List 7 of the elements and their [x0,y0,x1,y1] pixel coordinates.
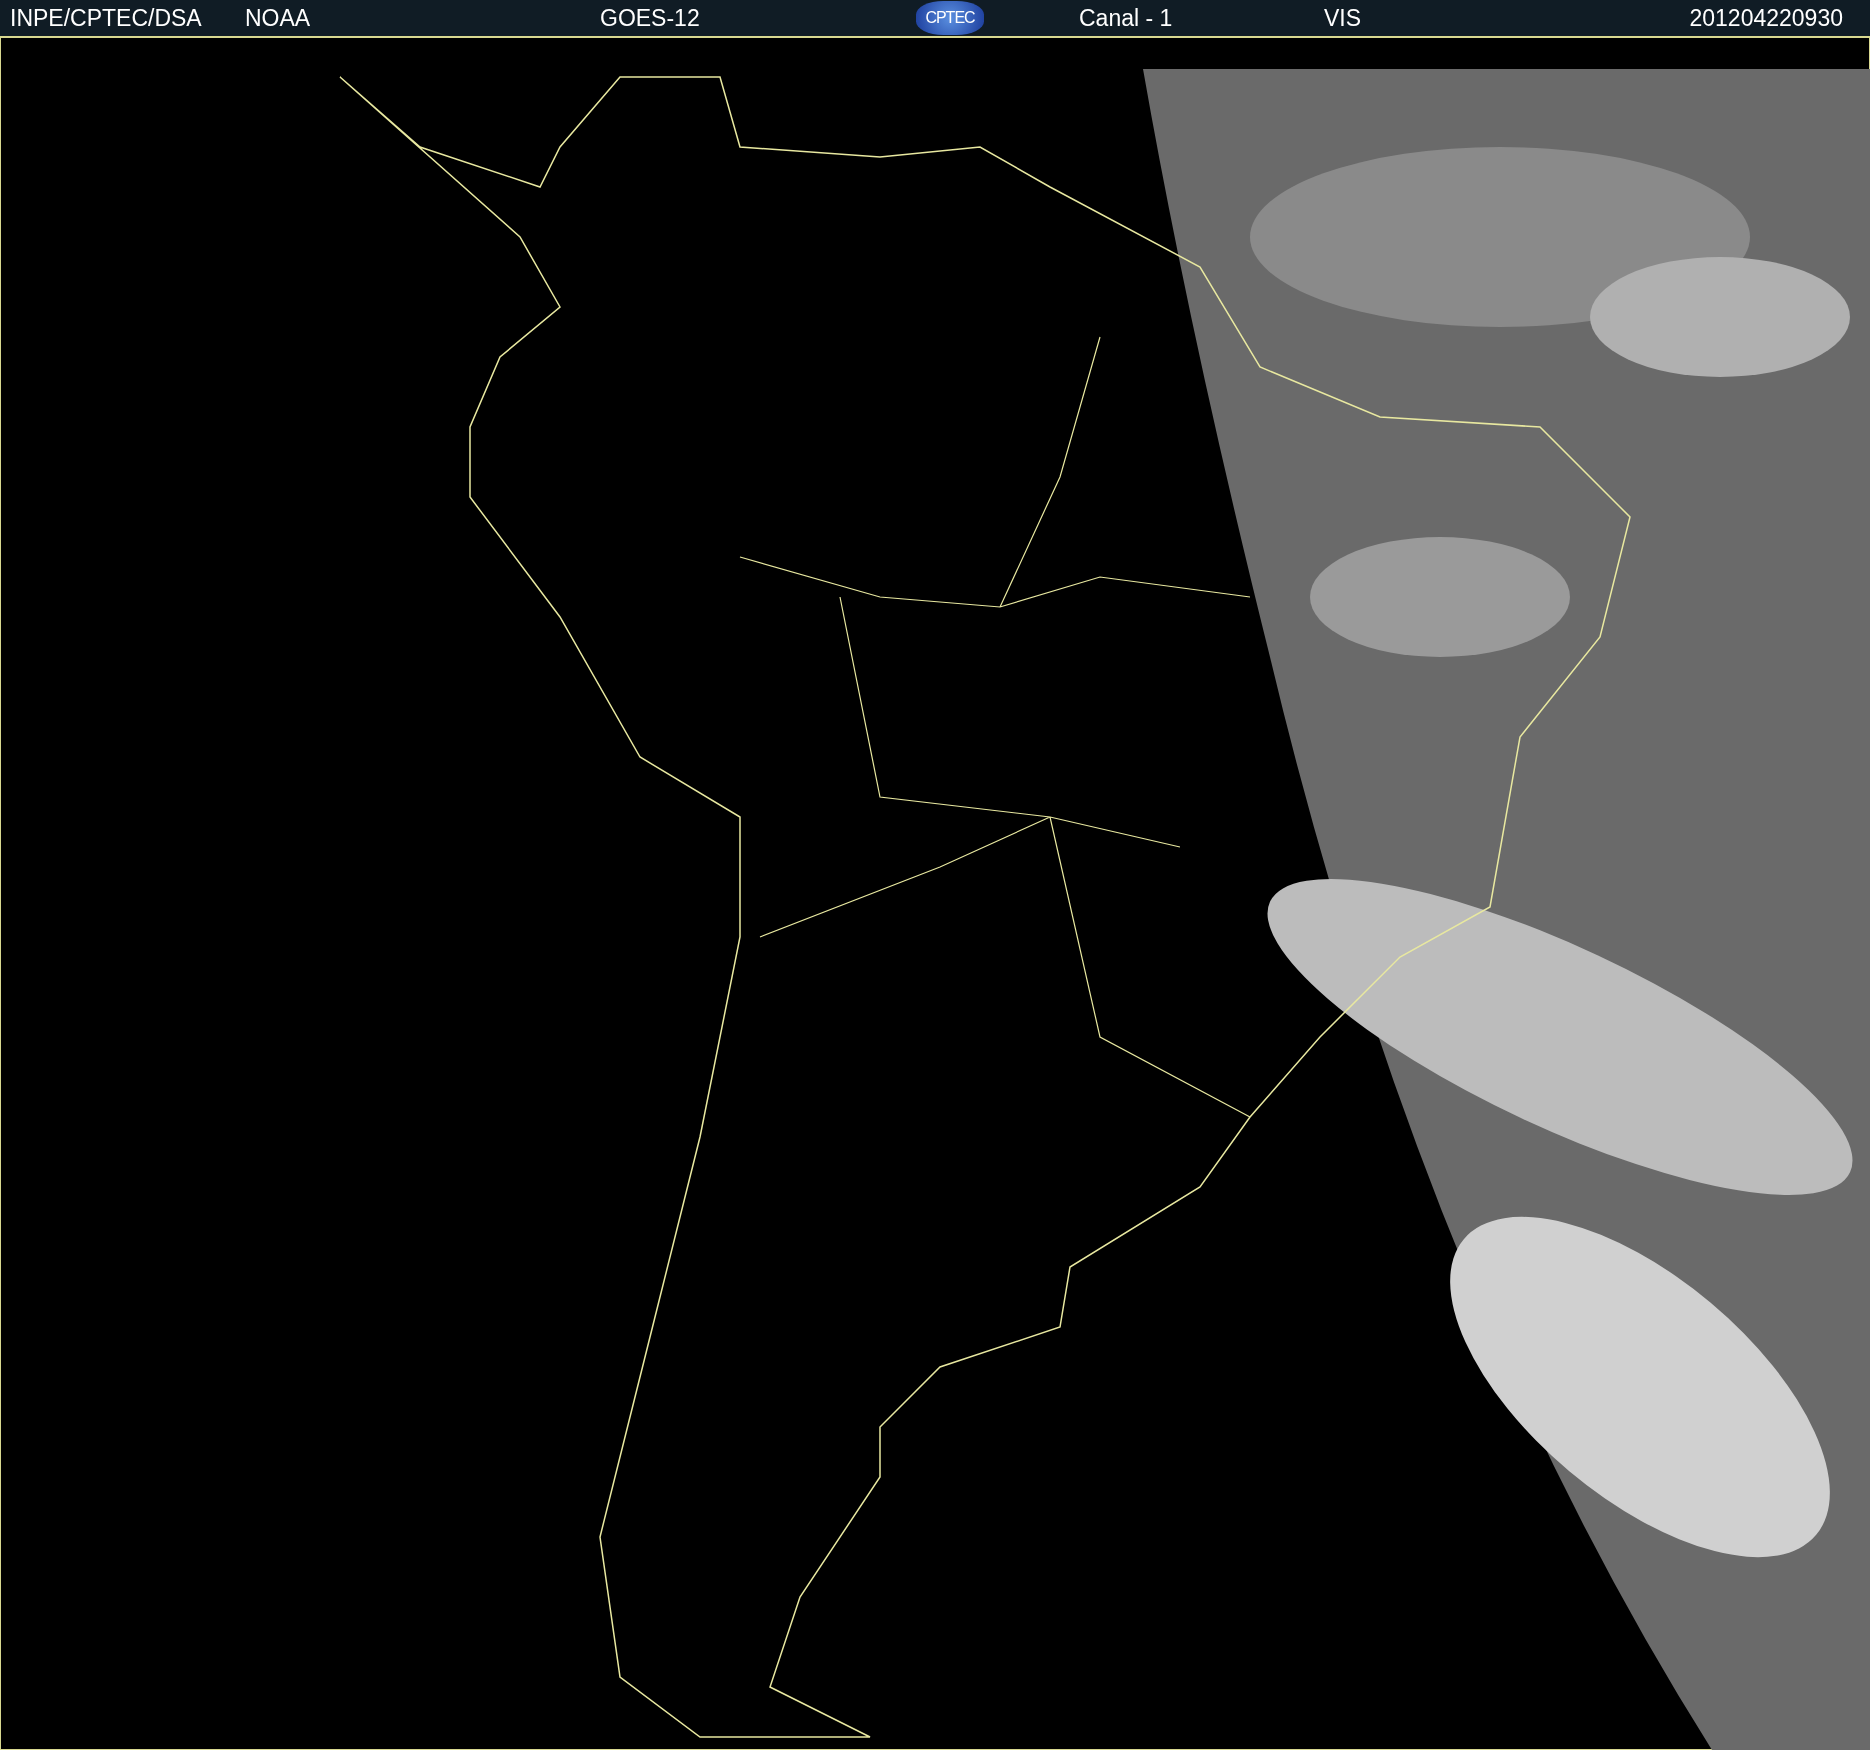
agency-label: NOAA [245,4,312,32]
channel-label: Canal - 1 [1079,4,1174,32]
timestamp-label: 201204220930 [1689,4,1843,32]
satellite-label: GOES-12 [600,4,701,32]
source-label: INPE/CPTEC/DSA [10,4,203,32]
logo: CPTEC [916,1,984,35]
band-label: VIS [1324,4,1363,32]
